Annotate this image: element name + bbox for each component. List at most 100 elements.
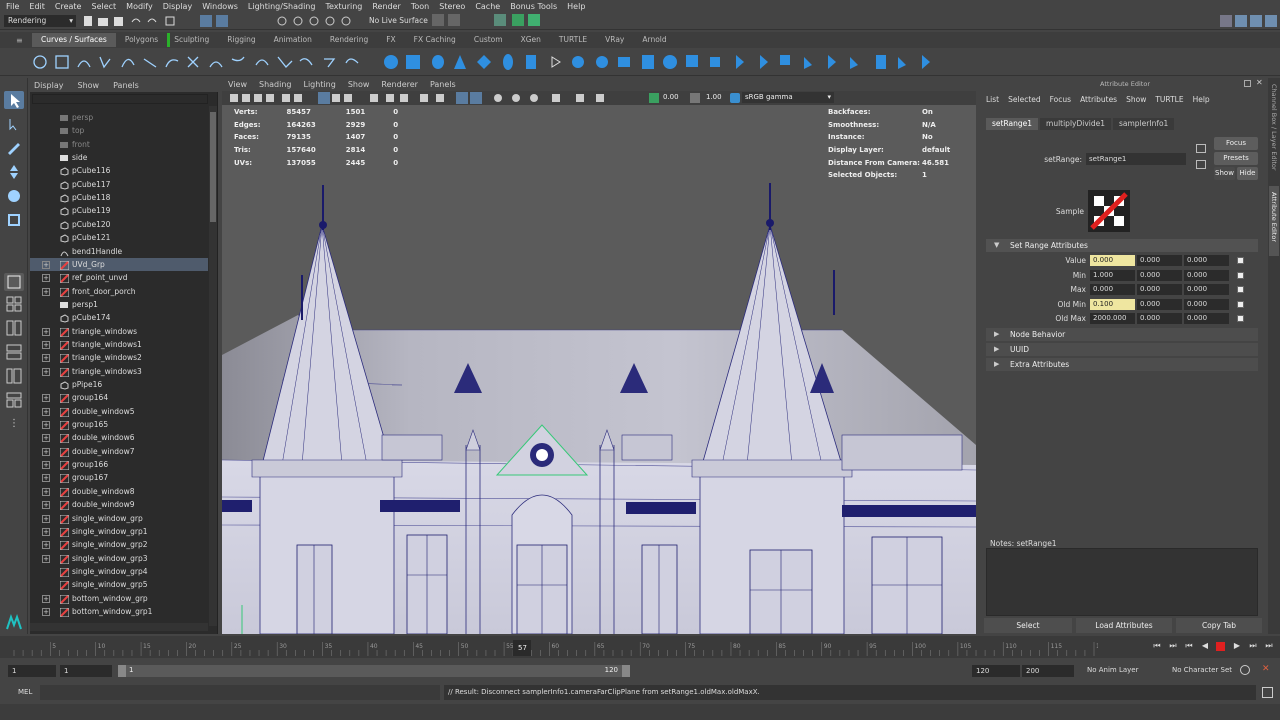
exposure-field[interactable]: 0.00 [663,93,679,101]
ae-tab-samplerinfo1[interactable]: samplerInfo1 [1113,118,1175,130]
outliner-scrollbar[interactable] [209,106,217,626]
command-language-label[interactable]: MEL [18,688,32,696]
attr-field[interactable]: 2000.000 [1090,313,1135,325]
expand-icon[interactable]: + [42,367,50,376]
attr-field[interactable]: 1.000 [1090,269,1135,281]
layout-graph-icon[interactable] [4,367,24,385]
channel-box-tab[interactable]: Channel Box / Layer Editor [1270,84,1278,171]
attribute-editor-side-tab[interactable]: Attribute Editor [1269,186,1279,256]
anim-layer-dropdown[interactable]: No Anim Layer [1087,666,1138,674]
select-tool-icon[interactable] [4,91,24,109]
more-layouts-icon[interactable]: ⋮ [4,418,24,436]
surface-shelf-icons[interactable] [380,51,940,73]
shelf-tab-polygons[interactable]: Polygons [116,33,167,47]
attr-field[interactable]: 0.000 [1137,284,1182,296]
workspace-layout-icons[interactable] [1220,15,1278,28]
scene-end-field[interactable]: 200 [1022,665,1074,677]
expand-icon[interactable]: + [42,421,50,430]
section-node-behavior[interactable]: ▶ Node Behavior [986,328,1258,341]
stop-icon[interactable] [1216,642,1225,651]
outliner-row[interactable]: + double_window8 [30,485,208,498]
layout-hypershade-icon[interactable] [4,391,24,409]
expand-icon[interactable]: + [42,274,50,283]
menu-cache[interactable]: Cache [475,2,500,11]
outliner-row[interactable]: side [30,151,208,164]
layout-single-icon[interactable] [4,273,24,291]
menu-bonus-tools[interactable]: Bonus Tools [510,2,557,11]
section-uuid[interactable]: ▶ UUID [986,343,1258,356]
mode-dropdown[interactable]: Rendering ▾ [4,15,76,27]
ae-menu-focus[interactable]: Focus [1050,95,1071,104]
outliner-row[interactable]: front [30,138,208,151]
outliner-row[interactable]: pCube119 [30,204,208,217]
outliner-row[interactable]: + UVd_Grp [30,257,208,272]
colorspace-icon[interactable] [730,93,740,103]
outliner-row[interactable]: + single_window_grp [30,512,208,525]
rotate-tool-icon[interactable] [4,187,24,205]
outliner-row[interactable]: top [30,124,208,137]
file-tools-icons[interactable] [82,15,192,27]
viewport-menu-lighting[interactable]: Lighting [303,80,335,89]
attr-field[interactable]: 0.000 [1137,298,1182,310]
shelf-tab-custom[interactable]: Custom [465,33,512,47]
outliner-row[interactable]: single_window_grp5 [30,578,208,591]
layout-quad-icon[interactable] [4,295,24,313]
shelf-tab-rigging[interactable]: Rigging [218,33,264,47]
curve-shelf-icons[interactable] [30,51,370,73]
expand-icon[interactable]: + [42,434,50,443]
shelf-tab-arnold[interactable]: Arnold [633,33,675,47]
viewport-menu-renderer[interactable]: Renderer [381,80,418,89]
expand-icon[interactable]: + [42,340,50,349]
expand-icon[interactable]: + [42,461,50,470]
outliner-row[interactable]: + group167 [30,471,208,484]
command-input[interactable] [40,685,440,700]
outliner-row[interactable]: + single_window_grp1 [30,525,208,538]
attr-field[interactable]: 0.000 [1090,255,1135,266]
ae-menu-turtle[interactable]: TURTLE [1155,95,1183,104]
outliner-row[interactable]: + double_window5 [30,405,208,418]
outliner-row[interactable]: + group166 [30,458,208,471]
select-button[interactable]: Select [984,618,1072,633]
ae-menu-attributes[interactable]: Attributes [1080,95,1117,104]
shelf-tab-vray[interactable]: VRay [596,33,633,47]
menu-windows[interactable]: Windows [202,2,238,11]
expand-icon[interactable]: + [42,447,50,456]
play-backwards-icon[interactable]: ◀ [1200,641,1210,651]
connection-icon[interactable] [1237,271,1244,279]
ae-menu-show[interactable]: Show [1126,95,1146,104]
outliner-menu-display[interactable]: Display [34,81,64,90]
outliner-row[interactable]: + bottom_window_grp1 [30,605,208,618]
node-name-field[interactable]: setRange1 [1086,153,1186,165]
character-set-dropdown[interactable]: No Character Set [1172,666,1232,674]
playback-start-field[interactable]: 1 [60,665,112,677]
current-frame-marker[interactable]: 57 [513,640,531,656]
expand-icon[interactable]: + [42,487,50,496]
ae-menu-list[interactable]: List [986,95,999,104]
menu-toon[interactable]: Toon [411,2,429,11]
auto-key-icon[interactable] [1240,665,1250,675]
menu-display[interactable]: Display [163,2,193,11]
connection-icon[interactable] [1237,315,1244,323]
outliner-row[interactable]: + triangle_windows2 [30,351,208,364]
close-icon[interactable]: ✕ [1256,78,1263,87]
expand-icon[interactable]: + [42,541,50,550]
shelf-tab-fx[interactable]: FX [377,33,404,47]
shelf-tab-turtle[interactable]: TURTLE [550,33,596,47]
attr-field[interactable]: 0.000 [1184,284,1229,296]
outliner-row[interactable]: + double_window9 [30,498,208,511]
connection-icon[interactable] [1237,257,1244,264]
outliner-row[interactable]: pCube121 [30,231,208,244]
step-back-frame-icon[interactable]: ⏮ [1184,641,1194,651]
outliner-row[interactable]: + triangle_windows [30,325,208,338]
expand-icon[interactable]: + [42,554,50,563]
attr-field[interactable]: 0.000 [1137,269,1182,281]
outliner-row[interactable]: + front_door_porch [30,285,208,298]
expand-icon[interactable]: + [42,474,50,483]
attr-field[interactable]: 0.000 [1184,255,1229,266]
menu-modify[interactable]: Modify [126,2,153,11]
expand-icon[interactable]: + [42,501,50,510]
expand-icon[interactable]: + [42,287,50,296]
ae-tab-multiplydivide1[interactable]: multiplyDivide1 [1040,118,1111,130]
paint-select-tool-icon[interactable] [4,139,24,157]
outliner-filter-input[interactable] [32,94,208,104]
